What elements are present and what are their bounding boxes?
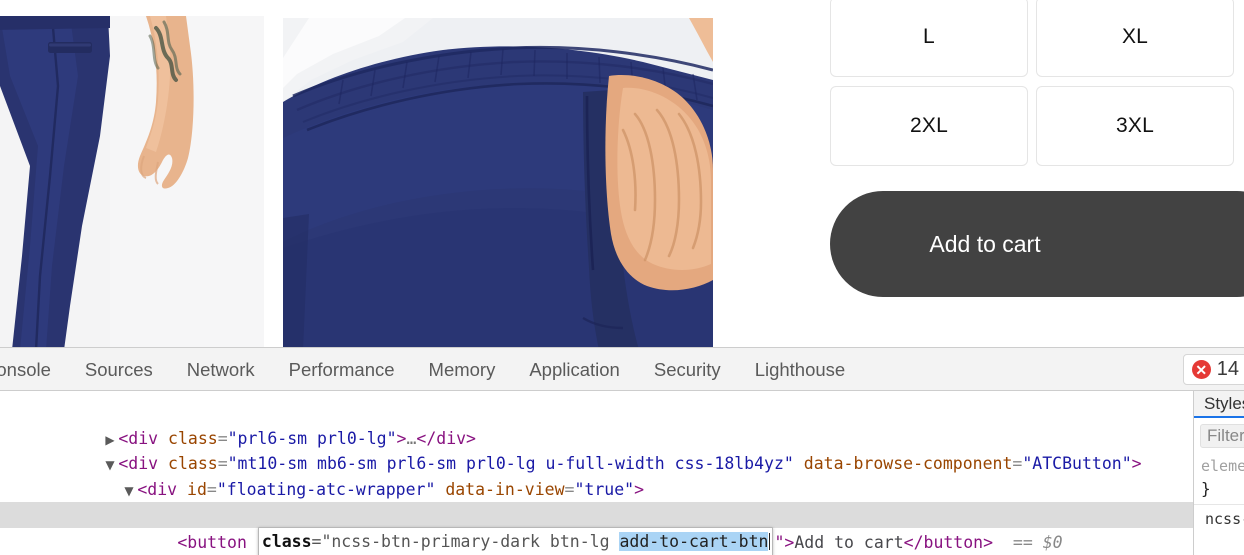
dom-line-closing-div[interactable]: </div> <box>0 528 1193 554</box>
dom-line-clipped: ▼<div class="css-1ylm0qv"> <box>0 391 1193 400</box>
product-image-1-graphic <box>0 16 264 350</box>
size-option-3xl[interactable]: 3XL <box>1036 86 1234 166</box>
tab-security[interactable]: Security <box>637 348 738 390</box>
add-to-cart-wrapper: Add to cart <box>830 191 1244 297</box>
product-image-1[interactable] <box>0 16 264 350</box>
tab-lighthouse[interactable]: Lighthouse <box>738 348 863 390</box>
dom-line-3[interactable]: ▼ <div id="floating-atc-wrapper" data-in-… <box>0 451 1193 499</box>
style-rule-ncss: ncss-btn-primary-dark <box>1194 504 1244 528</box>
styles-tab-bar: Styles <box>1194 391 1244 418</box>
dom-tree[interactable]: ▼<div class="css-1ylm0qv"> ▶<div class="… <box>0 391 1193 555</box>
size-option-2xl[interactable]: 2XL <box>830 86 1028 166</box>
size-selector: L XL 2XL 3XL <box>830 0 1234 166</box>
size-option-l[interactable]: L <box>830 0 1028 77</box>
devtools-panel: Console Sources Network Performance Memo… <box>0 347 1244 555</box>
style-rule-element: element.style { } <box>1194 448 1244 501</box>
tab-sources[interactable]: Sources <box>68 348 170 390</box>
add-to-cart-button[interactable]: Add to cart <box>830 191 1244 297</box>
dom-line-2[interactable]: ▼ <div class="mt10-sm mb6-sm prl6-sm prl0… <box>0 426 1193 473</box>
styles-sidebar: Styles Filter element.style { } ncss-btn… <box>1193 391 1244 555</box>
devtools-tab-bar: Console Sources Network Performance Memo… <box>0 348 1244 391</box>
error-circle-icon: ✕ <box>1191 360 1211 379</box>
product-image-2[interactable] <box>283 18 713 350</box>
dom-line-selected-button[interactable]: <button class="ncss-btn-primary-dark btn… <box>0 502 1193 555</box>
tab-memory[interactable]: Memory <box>412 348 513 390</box>
tab-application[interactable]: Application <box>512 348 637 390</box>
tab-performance[interactable]: Performance <box>272 348 412 390</box>
error-count-badge[interactable]: ✕ 14 <box>1182 354 1244 385</box>
product-image-2-graphic <box>283 18 713 350</box>
styles-filter-input[interactable]: Filter <box>1200 424 1244 448</box>
product-page: L XL 2XL 3XL Add to cart <box>0 0 1244 350</box>
dom-line-4[interactable]: ▼<div class="mt10-sm mb6-sm prl6-sm prl0… <box>0 477 1193 524</box>
tab-styles[interactable]: Styles <box>1204 394 1244 414</box>
devtools-body: ▼<div class="css-1ylm0qv"> ▶<div class="… <box>0 391 1244 555</box>
style-selector-element: element.style { <box>1201 457 1244 475</box>
error-count-value: 14 <box>1216 358 1239 380</box>
buy-column: L XL 2XL 3XL Add to cart <box>830 0 1244 297</box>
screenshot-root: L XL 2XL 3XL Add to cart Console Sources… <box>0 0 1244 555</box>
style-close-brace: } <box>1201 479 1211 498</box>
tab-console[interactable]: Console <box>0 348 68 390</box>
styles-filter-placeholder: Filter <box>1207 426 1244 445</box>
tab-network[interactable]: Network <box>170 348 272 390</box>
dom-line-1[interactable]: ▶ <div class="prl6-sm prl0-lg">…</div> <box>0 400 1193 448</box>
size-option-xl[interactable]: XL <box>1036 0 1234 77</box>
